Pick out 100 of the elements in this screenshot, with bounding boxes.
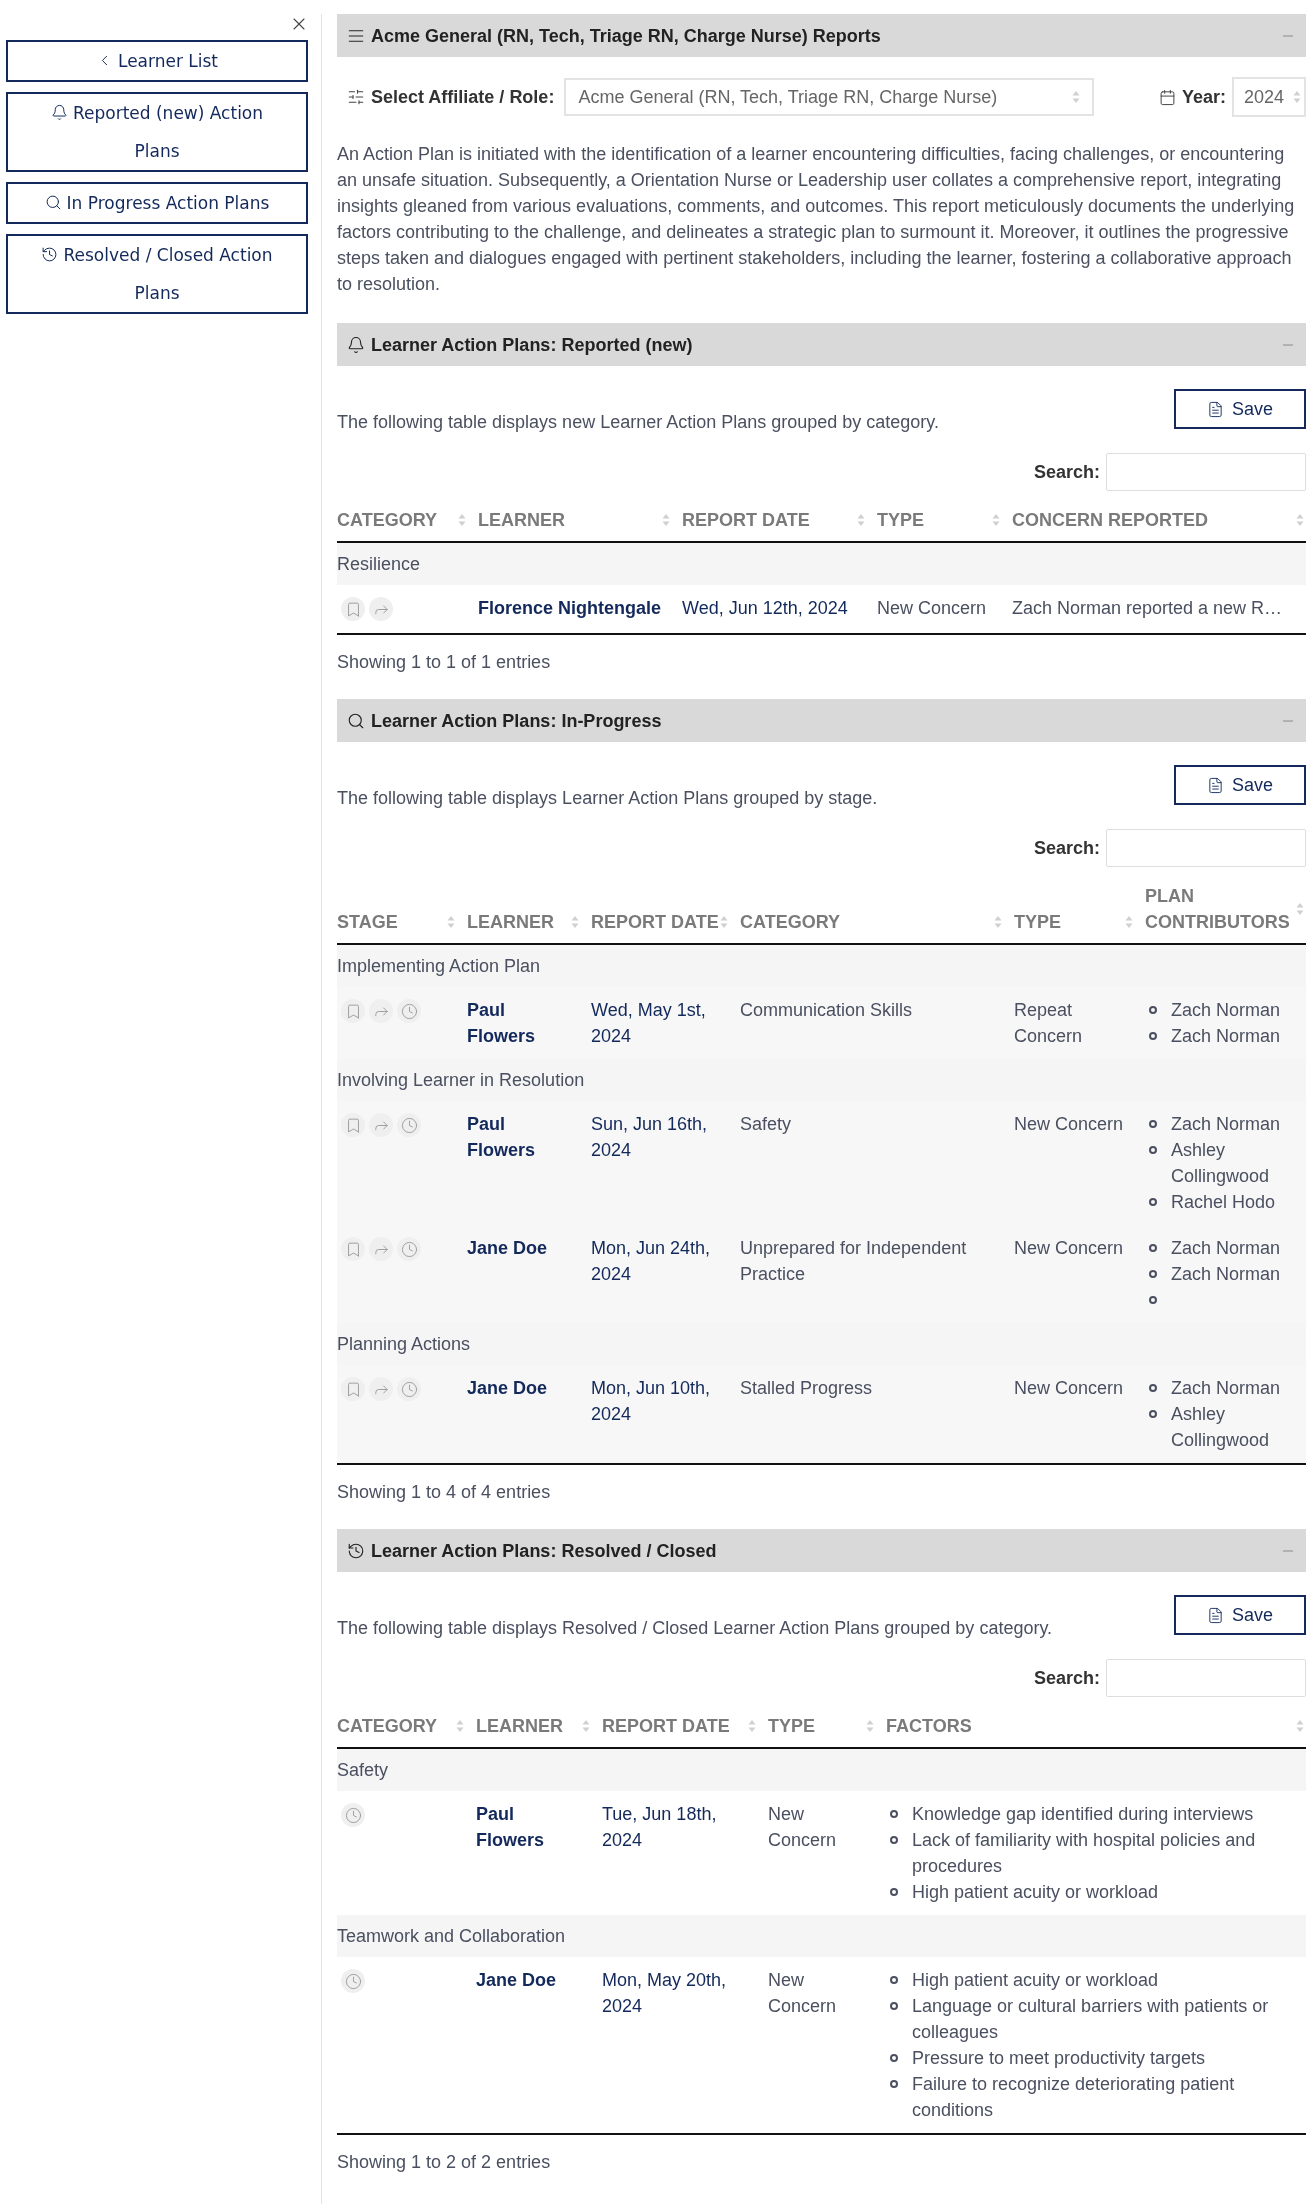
group-row: Teamwork and Collaboration [337,1915,1306,1957]
clock-icon[interactable] [397,1377,421,1401]
learner-link[interactable]: Jane Doe [467,1235,571,1261]
section-title: Learner Action Plans: Resolved / Closed [371,1539,718,1563]
bell-icon [347,335,365,354]
column-header[interactable]: TYPE [1014,909,1061,935]
column-header[interactable]: CATEGORY [337,1713,437,1739]
column-header[interactable]: CATEGORY [337,507,437,533]
column-header[interactable]: REPORT DATE [602,1713,730,1739]
table-cell: Mon, Jun 24th, 2024 [581,1225,730,1323]
list-item: Rachel Hodo [1171,1191,1276,1214]
learner-link[interactable]: Paul Flowers [476,1801,582,1853]
column-header[interactable]: TYPE [877,507,924,533]
list-item: Zach Norman [1171,999,1281,1022]
bullet-icon [1149,1270,1157,1278]
sort-icon [1296,1719,1304,1733]
affiliate-select[interactable]: Acme General (RN, Tech, Triage RN, Charge Nurse) [564,78,1095,116]
search-label: Search: [1033,461,1100,484]
clock-icon[interactable] [397,1113,421,1137]
bookmark-icon[interactable] [341,1377,365,1401]
share-icon[interactable] [369,1113,393,1137]
column-header[interactable]: PLAN CONTRIBUTORS [1145,883,1296,935]
bullet-icon [1149,1410,1157,1418]
save-button[interactable]: Save [1174,1595,1306,1635]
column-header[interactable]: LEARNER [478,507,565,533]
column-header[interactable]: STAGE [337,909,398,935]
year-select[interactable]: 2024 [1232,77,1306,117]
save-button[interactable]: Save [1174,765,1306,805]
table-cell: Mon, Jun 10th, 2024 [581,1365,730,1464]
column-header[interactable]: REPORT DATE [682,507,810,533]
sort-icon [1072,90,1081,104]
sidebar-button[interactable]: In Progress Action Plans [6,182,308,224]
column-header[interactable]: CONCERN REPORTED [1012,507,1208,533]
list-item: Pressure to meet productivity targets [912,2047,1206,2070]
share-icon[interactable] [369,597,393,621]
section-header[interactable]: Learner Action Plans: In-Progress [337,699,1306,742]
sidebar-button[interactable]: Resolved / Closed Action Plans [6,234,308,314]
search-field[interactable] [1106,829,1306,867]
clock-icon[interactable] [397,999,421,1023]
section-header[interactable]: Learner Action Plans: Resolved / Closed [337,1529,1306,1572]
sort-icon [994,915,1002,929]
section-description: The following table displays Resolved / Closed Learner Action Plans grouped by category. [337,1617,1053,1640]
sort-icon [456,1719,464,1733]
entries-info: Showing 1 to 2 of 2 entries [337,2151,552,2174]
sort-icon [1296,513,1304,527]
learner-link[interactable]: Paul Flowers [467,1111,571,1163]
learner-link[interactable]: Jane Doe [476,1967,582,1993]
list-item: Failure to recognize deteriorating patient conditions [912,2073,1236,2122]
bullet-icon [890,1976,898,1984]
list-item: High patient acuity or workload [912,1881,1159,1904]
column-header[interactable]: LEARNER [476,1713,563,1739]
group-row: Involving Learner in Resolution [337,1059,1306,1101]
learner-link[interactable]: Jane Doe [467,1375,571,1401]
sidebar-button[interactable]: Reported (new) Action Plans [6,92,308,172]
bullet-icon [890,1810,898,1818]
pdf-icon [1207,1606,1224,1624]
calendar-icon [1158,88,1176,106]
learner-link[interactable]: Paul Flowers [467,997,571,1049]
clock-icon[interactable] [341,1803,365,1827]
list-item: Zach Norman [1171,1237,1281,1260]
report-title: Acme General (RN, Tech, Triage RN, Charge Nurse) Reports [371,24,882,48]
learner-link[interactable]: Florence Nightengale [478,595,662,621]
table-cell: New Concern [867,585,1002,634]
bullet-icon [1149,1244,1157,1252]
section-title: Learner Action Plans: In-Progress [371,709,663,733]
share-icon[interactable] [369,1377,393,1401]
sidebar-button[interactable]: Learner List [6,40,308,82]
history-icon [41,246,59,263]
clock-icon[interactable] [341,1969,365,1993]
bookmark-icon[interactable] [341,1237,365,1261]
share-icon[interactable] [369,999,393,1023]
bullet-icon [1149,1032,1157,1040]
list-item: Knowledge gap identified during interviews [912,1803,1254,1826]
table-cell: Sun, Jun 16th, 2024 [581,1101,730,1225]
bookmark-icon[interactable] [341,1113,365,1137]
column-header[interactable]: CATEGORY [740,909,840,935]
column-header[interactable]: REPORT DATE [591,909,719,935]
table-cell: Repeat Concern [1004,987,1135,1059]
column-header[interactable]: TYPE [768,1713,815,1739]
column-header[interactable]: LEARNER [467,909,554,935]
bookmark-icon[interactable] [341,999,365,1023]
section-header[interactable]: Learner Action Plans: Reported (new) [337,323,1306,366]
bullet-icon [890,2002,898,2010]
column-header[interactable]: FACTORS [886,1713,972,1739]
bullet-icon [1149,1146,1157,1154]
intro-paragraph: An Action Plan is initiated with the identification of a learner encountering difficulties, facing challenges, or encountering an unsafe situation. Subsequently, a Orientation Nurse or Leadership user collates a comprehensive report, integrating insights gleaned from various evaluations, comments, and outcomes. This report meticulously documents the underlying factors contributing to the challenge, and delineates a strategic plan to surmount it. Moreover, it outlines the progressive steps taken and dialogues engaged with pertinent stakeholders, including the learner, fostering a collaborative approach to resolution. [337,143,1296,296]
group-row: Resilience [337,542,1306,585]
history-icon [347,1541,365,1560]
sort-icon [447,915,455,929]
bookmark-icon[interactable] [341,597,365,621]
share-icon[interactable] [369,1237,393,1261]
bullet-icon [1149,1006,1157,1014]
search-field[interactable] [1106,1659,1306,1697]
bullet-icon [1149,1120,1157,1128]
save-button[interactable]: Save [1174,389,1306,429]
table-cell: Wed, Jun 12th, 2024 [672,585,867,634]
list-item: Zach Norman [1171,1113,1281,1136]
search-field[interactable] [1106,453,1306,491]
sort-icon [866,1719,874,1733]
clock-icon[interactable] [397,1237,421,1261]
